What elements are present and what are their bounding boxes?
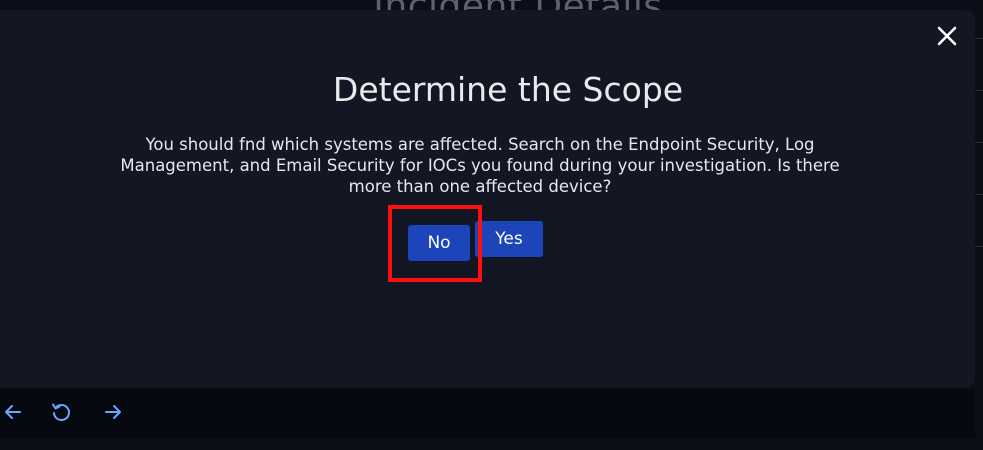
arrow-left-icon [5,405,21,419]
next-button[interactable] [102,401,124,423]
scope-modal: Determine the Scope You should fnd which… [0,10,975,388]
restart-icon [52,403,70,422]
no-button[interactable]: No [408,225,470,261]
body-line: Management, and Email Security for IOCs … [120,156,840,175]
body-line: more than one affected device? [348,177,612,196]
body-line: You should fnd which systems are affecte… [145,135,815,154]
previous-button[interactable] [2,401,24,423]
arrow-right-icon [105,405,121,419]
footer-nav [0,388,975,438]
close-icon [937,26,957,46]
restart-button[interactable] [50,401,72,423]
modal-body-text: You should fnd which systems are affecte… [110,134,850,197]
modal-title: Determine the Scope [332,70,684,109]
right-edge [975,388,983,450]
page: Incident Details Determine the Scope You… [0,0,983,450]
yes-button[interactable]: Yes [475,221,543,257]
close-button[interactable] [935,24,959,48]
